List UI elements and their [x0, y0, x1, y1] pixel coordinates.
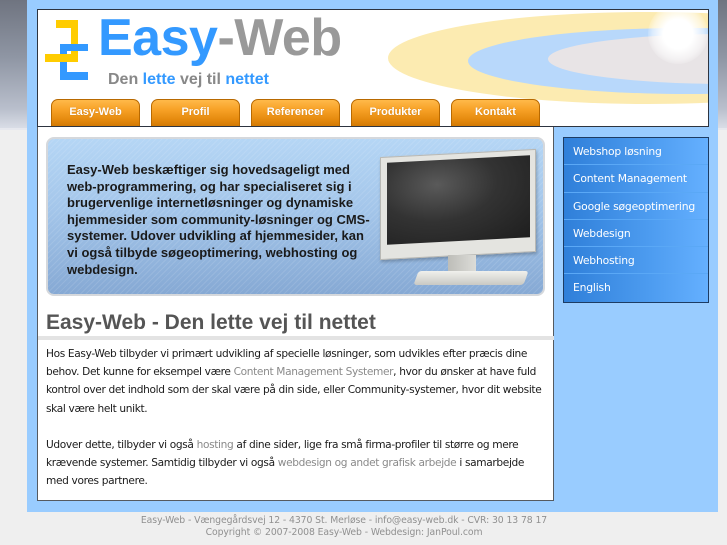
link-webdesign[interactable]: webdesign og andet grafisk arbejde [278, 457, 457, 469]
monitor-stand-base [413, 271, 529, 285]
logo-icon[interactable] [44, 16, 90, 80]
tagline-word: Den [108, 71, 143, 88]
link-content-management-systemer[interactable]: Content Management Systemer [234, 366, 394, 378]
sidebar-item-english[interactable]: English [564, 274, 708, 301]
tagline-highlight: nettet [225, 71, 269, 88]
link-hosting[interactable]: hosting [197, 439, 234, 451]
site-logo[interactable]: Easy-Web [98, 9, 342, 68]
nav-tab-easy-web[interactable]: Easy-Web [51, 99, 140, 126]
monitor-image [368, 143, 543, 293]
intro-banner: Easy-Web beskæftiger sig hovedsageligt m… [46, 137, 545, 296]
tagline-highlight: lette [142, 71, 176, 88]
nav-tab-referencer[interactable]: Referencer [251, 99, 340, 126]
site-tagline: Den lette vej til nettet [108, 71, 269, 89]
sidebar-menu: Webshop løsning Content Management Googl… [563, 137, 709, 303]
sidebar-item-webshop[interactable]: Webshop løsning [564, 138, 708, 166]
footer-copyright-line: Copyright © 2007-2008 Easy-Web - Webdesi… [205, 526, 483, 538]
nav-tab-profil[interactable]: Profil [151, 99, 240, 126]
monitor-screen [387, 155, 530, 245]
sidebar-item-webhosting[interactable]: Webhosting [564, 247, 708, 275]
body-text: Hos Easy-Web tilbyder vi primært udvikli… [46, 345, 546, 509]
main-content: Easy-Web beskæftiger sig hovedsageligt m… [37, 127, 554, 501]
sidebar-item-webdesign[interactable]: Webdesign [564, 220, 708, 248]
paragraph-1: Hos Easy-Web tilbyder vi primært udvikli… [46, 345, 546, 418]
logo-text-web: -Web [217, 9, 342, 67]
site-header: Easy-Web Den lette vej til nettet Easy-W… [37, 9, 709, 127]
sidebar-item-content-management[interactable]: Content Management [564, 165, 708, 193]
banner-text: Easy-Web beskæftiger sig hovedsageligt m… [67, 162, 370, 277]
sidebar-item-google-seo[interactable]: Google søgeoptimering [564, 193, 708, 220]
logo-text-easy: Easy [98, 9, 218, 67]
monitor-frame [380, 148, 536, 261]
nav-tab-kontakt[interactable]: Kontakt [451, 99, 540, 126]
tagline-word: vej til [175, 71, 226, 88]
site-footer: Easy-Web - Vængegårdsvej 12 - 4370 St. M… [0, 515, 688, 538]
paragraph-2: Udover dette, tilbyder vi også hosting a… [46, 436, 546, 491]
nav-tab-produkter[interactable]: Produkter [351, 99, 440, 126]
paragraph-text: Udover dette, tilbyder vi også [46, 439, 197, 451]
footer-contact-line: Easy-Web - Vængegårdsvej 12 - 4370 St. M… [140, 515, 548, 526]
page-title: Easy-Web - Den lette vej til nettet [38, 310, 554, 340]
